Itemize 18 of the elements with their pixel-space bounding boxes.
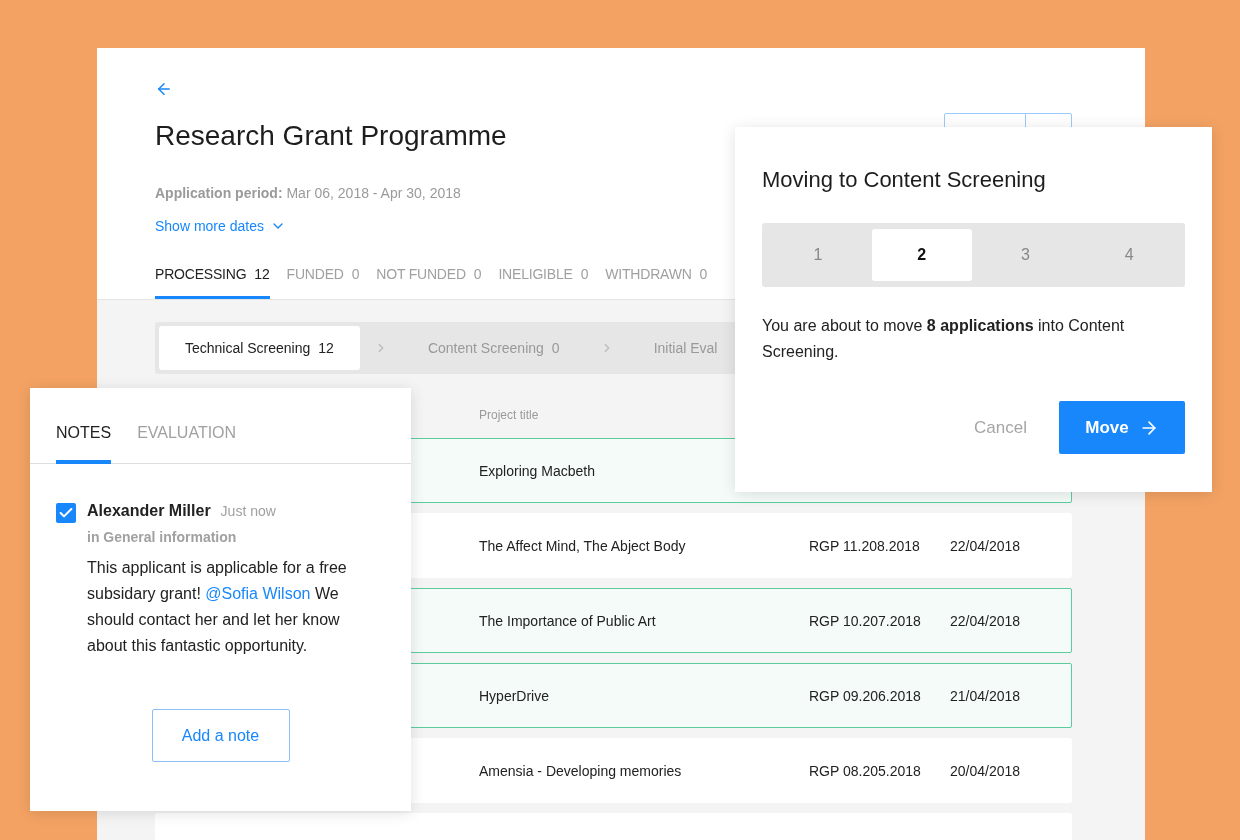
table-cell-text: 22/04/2018 [950, 537, 1022, 554]
table-cell-text: 20/04/2018 [950, 762, 1022, 779]
table-cell-text: HyperDrive [479, 687, 550, 704]
application-period: Application period: Mar 06, 2018 - Apr 30, 2018 [155, 185, 461, 201]
table-cell-text: RGP 09.206.2018 [809, 687, 922, 704]
table-cell-text: RGP 08.205.2018 [809, 762, 922, 779]
table-cell-text: 22/04/2018 [950, 612, 1022, 629]
table-cell-text: RGP 10.207.2018 [809, 612, 922, 629]
table-cell-text: RGP 11.208.2018 [809, 537, 921, 554]
table-cell-text: The Importance of Public Art [479, 612, 657, 629]
table-cell-text: Amensia - Developing memories [479, 762, 683, 779]
table-cell-text: Exploring Macbeth [479, 462, 596, 479]
page-title: Research Grant Programme [155, 120, 507, 152]
table-cell-text: The Affect Mind, The Abject Body [479, 537, 687, 554]
column-header: Project title [479, 408, 539, 422]
dialog-title: Moving to Content Screening [762, 167, 1047, 193]
dialog-message: You are about to move 8 applications into Content Screening. [762, 316, 1126, 362]
table-cell-text: 21/04/2018 [950, 687, 1022, 704]
